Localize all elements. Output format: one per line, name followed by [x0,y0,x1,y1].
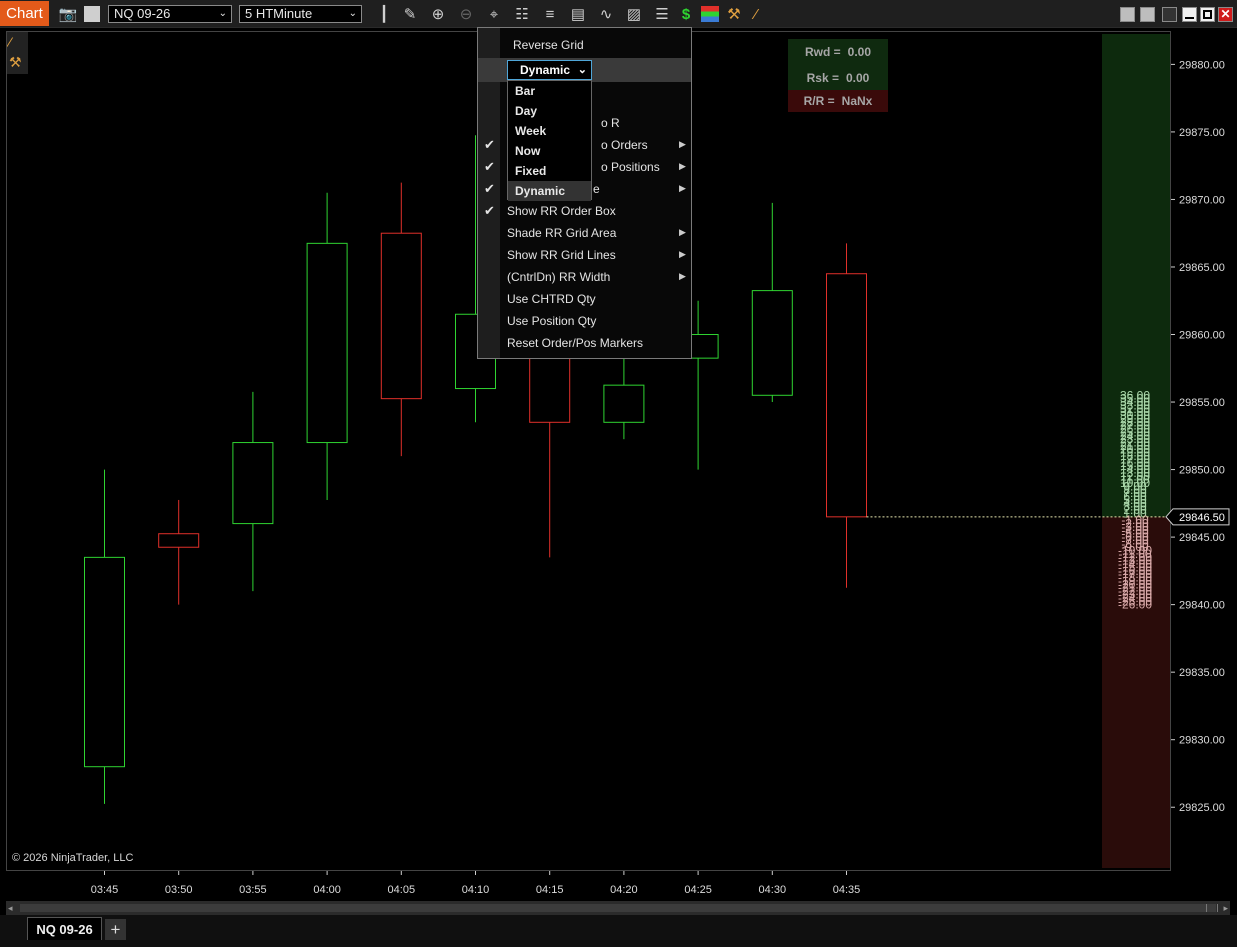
rr-risk-level: -26.00 [1118,598,1152,612]
time-tick-label: 04:20 [610,884,638,896]
candle-body [84,556,125,768]
menu-item-show-rr-order-box[interactable]: Show RR Order Box [507,204,616,218]
menu-item-use-chtrd-qty[interactable]: Use CHTRD Qty [507,292,596,306]
candle-body [158,533,200,548]
menu-item-reverse-grid[interactable]: Reverse Grid [513,38,584,52]
chevron-down-icon: ⌄ [577,64,587,76]
price-tick-label: 29860.00 [1179,330,1225,342]
candle-body [232,442,274,525]
rr-order-box: Rwd = 0.00 Rsk = 0.00 R/R = NaNx [788,39,888,112]
time-tick-label: 03:50 [165,884,193,896]
time-tick-label: 03:55 [239,884,267,896]
reward-value: 0.00 [847,45,872,59]
grid-mode-row: Dynamic ⌄ [478,58,691,82]
copyright-text: © 2026 NinjaTrader, LLC [12,852,134,864]
menu-item-reset-markers[interactable]: Reset Order/Pos Markers [507,336,643,350]
check-icon: ✔ [484,181,495,196]
time-tick-label: 04:35 [833,884,861,896]
check-icon: ✔ [484,137,495,152]
price-tick-label: 29865.00 [1179,262,1225,274]
submenu-arrow-icon: ▶ [679,271,686,281]
dropdown-option-bar[interactable]: Bar [508,81,591,101]
candle-body [751,290,793,396]
menu-item-partial-orders[interactable]: o Orders [601,138,648,152]
menu-item-partial-positions[interactable]: o Positions [601,160,660,174]
menu-item-show-rr-grid-lines[interactable]: Show RR Grid Lines [507,248,616,262]
reward-row: Rwd = 0.00 [788,39,888,65]
check-icon: ✔ [484,159,495,174]
current-price-label: 29846.50 [1179,512,1225,524]
submenu-arrow-icon: ▶ [679,161,686,171]
scrollbar-thumb[interactable] [20,904,1216,912]
risk-value: 0.00 [846,70,870,85]
candle-body [826,273,867,518]
price-tick-label: 29850.00 [1179,465,1225,477]
scrollbar-grip-icon[interactable] [1206,904,1218,912]
grid-mode-value: Dynamic [520,63,571,77]
submenu-arrow-icon: ▶ [679,227,686,237]
ratio-label: R/R = [803,94,835,108]
candle-body [380,232,422,400]
dropdown-option-now[interactable]: Now [508,141,591,161]
price-tick-label: 29825.00 [1179,802,1225,814]
dropdown-option-week[interactable]: Week [508,121,591,141]
check-icon: ✔ [484,203,495,218]
price-tick-label: 29875.00 [1179,127,1225,139]
price-tick-label: 29830.00 [1179,735,1225,747]
menu-item-shade-rr-grid-area[interactable]: Shade RR Grid Area [507,226,616,240]
price-tick-label: 29870.00 [1179,194,1225,206]
ratio-value: NaNx [841,94,873,108]
submenu-arrow-icon: ▶ [679,249,686,259]
grid-mode-select[interactable]: Dynamic ⌄ [507,60,592,80]
risk-label: Rsk = [806,70,839,85]
reward-label: Rwd = [804,45,841,59]
scroll-right-icon[interactable]: ▸ [1223,903,1228,914]
risk-row: Rsk = 0.00 [788,65,888,90]
menu-item-partial-r[interactable]: o R [601,116,620,130]
time-tick-label: 04:15 [536,884,564,896]
time-tick-label: 03:45 [91,884,119,896]
time-tick-label: 04:25 [684,884,712,896]
dropdown-option-dynamic[interactable]: Dynamic [508,181,591,201]
add-tab-button[interactable]: + [105,919,126,940]
ratio-row: R/R = NaNx [788,90,888,112]
instrument-tab-bar: NQ 09-26 + [0,915,1237,947]
time-tick-label: 04:05 [388,884,416,896]
scroll-left-icon[interactable]: ◂ [8,903,13,914]
submenu-arrow-icon: ▶ [679,139,686,149]
price-tick-label: 29835.00 [1179,667,1225,679]
dropdown-option-fixed[interactable]: Fixed [508,161,591,181]
candle-body [603,384,645,423]
candle-body [306,242,348,444]
submenu-arrow-icon: ▶ [679,183,686,193]
menu-item-rr-width[interactable]: (CntrlDn) RR Width [507,270,610,284]
time-tick-label: 04:00 [313,884,341,896]
horizontal-scrollbar[interactable]: ◂ ▸ [6,901,1230,915]
dropdown-option-day[interactable]: Day [508,101,591,121]
menu-item-partial-e[interactable]: e [593,182,600,196]
price-tick-label: 29845.00 [1179,532,1225,544]
instrument-tab[interactable]: NQ 09-26 [27,917,102,940]
grid-mode-dropdown: Bar Day Week Now Fixed Dynamic [507,80,592,201]
time-tick-label: 04:30 [759,884,787,896]
price-tick-label: 29840.00 [1179,600,1225,612]
menu-item-use-position-qty[interactable]: Use Position Qty [507,314,596,328]
price-tick-label: 29880.00 [1179,59,1225,71]
time-tick-label: 04:10 [462,884,490,896]
price-tick-label: 29855.00 [1179,397,1225,409]
